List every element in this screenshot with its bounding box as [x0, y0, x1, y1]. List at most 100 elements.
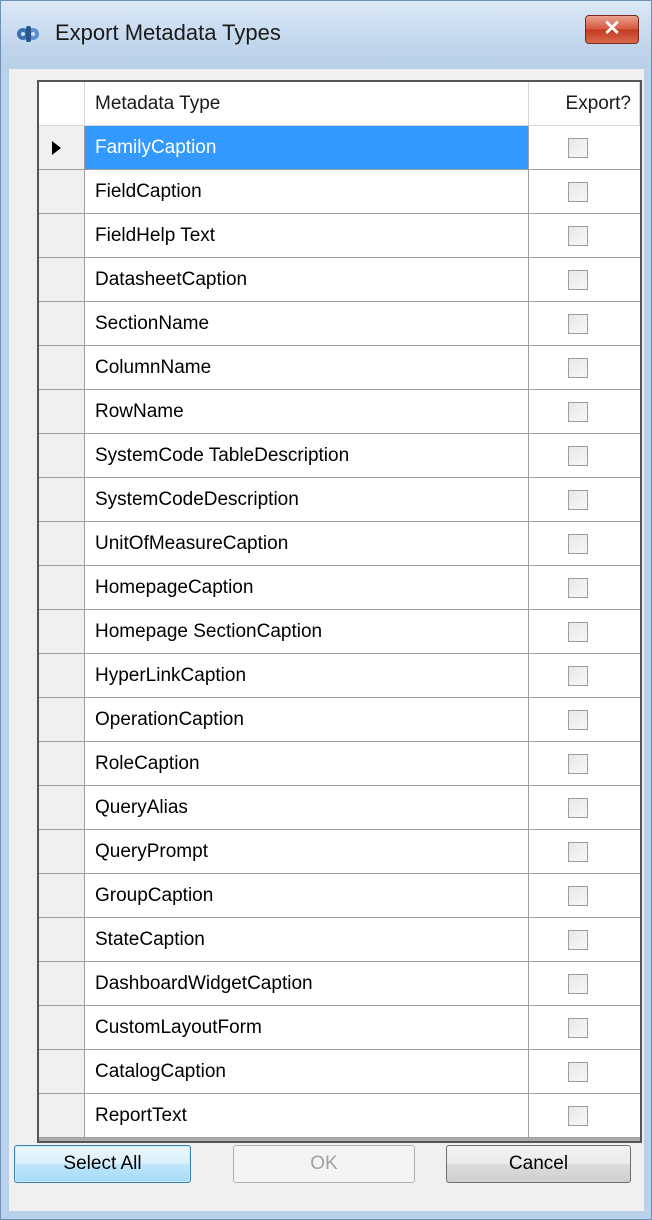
metadata-type-cell[interactable]: SectionName — [85, 302, 529, 346]
export-checkbox[interactable] — [568, 930, 588, 950]
metadata-type-cell[interactable]: HomepageCaption — [85, 566, 529, 610]
row-header[interactable] — [39, 126, 85, 170]
row-header[interactable] — [39, 610, 85, 654]
metadata-type-cell[interactable]: CatalogCaption — [85, 1050, 529, 1094]
export-checkbox[interactable] — [568, 666, 588, 686]
table-row[interactable]: OperationCaption — [39, 698, 640, 742]
row-header[interactable] — [39, 918, 85, 962]
row-header[interactable] — [39, 742, 85, 786]
row-header[interactable] — [39, 786, 85, 830]
metadata-type-cell[interactable]: ReportText — [85, 1094, 529, 1138]
export-checkbox[interactable] — [568, 182, 588, 202]
export-checkbox[interactable] — [568, 578, 588, 598]
close-button[interactable]: ✕ — [585, 15, 639, 44]
metadata-type-cell[interactable]: StateCaption — [85, 918, 529, 962]
export-checkbox[interactable] — [568, 138, 588, 158]
metadata-type-cell[interactable]: Homepage SectionCaption — [85, 610, 529, 654]
metadata-type-cell[interactable]: DatasheetCaption — [85, 258, 529, 302]
table-row[interactable]: DatasheetCaption — [39, 258, 640, 302]
row-header[interactable] — [39, 346, 85, 390]
export-checkbox[interactable] — [568, 798, 588, 818]
row-header[interactable] — [39, 390, 85, 434]
table-row[interactable]: SectionName — [39, 302, 640, 346]
row-header[interactable] — [39, 566, 85, 610]
metadata-type-cell[interactable]: GroupCaption — [85, 874, 529, 918]
export-checkbox[interactable] — [568, 270, 588, 290]
metadata-type-cell[interactable]: FieldCaption — [85, 170, 529, 214]
export-checkbox[interactable] — [568, 886, 588, 906]
table-row[interactable]: QueryPrompt — [39, 830, 640, 874]
export-checkbox[interactable] — [568, 314, 588, 334]
export-checkbox[interactable] — [568, 226, 588, 246]
export-checkbox[interactable] — [568, 490, 588, 510]
table-row[interactable]: CatalogCaption — [39, 1050, 640, 1094]
export-checkbox[interactable] — [568, 402, 588, 422]
table-row[interactable]: Homepage SectionCaption — [39, 610, 640, 654]
row-header[interactable] — [39, 434, 85, 478]
metadata-type-cell[interactable]: CustomLayoutForm — [85, 1006, 529, 1050]
row-header[interactable] — [39, 258, 85, 302]
export-checkbox[interactable] — [568, 1062, 588, 1082]
table-row[interactable]: StateCaption — [39, 918, 640, 962]
export-checkbox[interactable] — [568, 1106, 588, 1126]
export-cell — [529, 170, 640, 214]
metadata-type-cell[interactable]: ColumnName — [85, 346, 529, 390]
table-row[interactable]: SystemCode TableDescription — [39, 434, 640, 478]
table-row[interactable]: CustomLayoutForm — [39, 1006, 640, 1050]
export-checkbox[interactable] — [568, 358, 588, 378]
table-row[interactable]: RowName — [39, 390, 640, 434]
export-checkbox[interactable] — [568, 1018, 588, 1038]
export-checkbox[interactable] — [568, 974, 588, 994]
row-header[interactable] — [39, 830, 85, 874]
title-bar[interactable]: Export Metadata Types ✕ — [1, 1, 651, 69]
table-row[interactable]: FieldCaption — [39, 170, 640, 214]
export-checkbox[interactable] — [568, 842, 588, 862]
table-row[interactable]: FamilyCaption — [39, 126, 640, 170]
row-header[interactable] — [39, 1094, 85, 1138]
table-row[interactable]: ReportText — [39, 1094, 640, 1138]
table-row[interactable]: ColumnName — [39, 346, 640, 390]
export-checkbox[interactable] — [568, 534, 588, 554]
table-row[interactable]: DashboardWidgetCaption — [39, 962, 640, 1006]
metadata-type-cell[interactable]: DashboardWidgetCaption — [85, 962, 529, 1006]
metadata-type-cell[interactable]: HyperLinkCaption — [85, 654, 529, 698]
dialog-body: Metadata Type Export? FamilyCaption Field… — [9, 69, 644, 1211]
export-checkbox[interactable] — [568, 754, 588, 774]
table-row[interactable]: QueryAlias — [39, 786, 640, 830]
row-header[interactable] — [39, 478, 85, 522]
row-header[interactable] — [39, 302, 85, 346]
row-header[interactable] — [39, 1050, 85, 1094]
cancel-button[interactable]: Cancel — [446, 1145, 631, 1183]
table-row[interactable]: SystemCodeDescription — [39, 478, 640, 522]
metadata-type-cell[interactable]: OperationCaption — [85, 698, 529, 742]
select-all-button[interactable]: Select All — [14, 1145, 191, 1183]
export-checkbox[interactable] — [568, 622, 588, 642]
export-checkbox[interactable] — [568, 710, 588, 730]
column-header-export[interactable]: Export? — [529, 82, 640, 126]
metadata-type-cell[interactable]: UnitOfMeasureCaption — [85, 522, 529, 566]
row-header[interactable] — [39, 698, 85, 742]
table-row[interactable]: FieldHelp Text — [39, 214, 640, 258]
row-header[interactable] — [39, 170, 85, 214]
row-header[interactable] — [39, 874, 85, 918]
metadata-type-cell[interactable]: QueryPrompt — [85, 830, 529, 874]
table-row[interactable]: RoleCaption — [39, 742, 640, 786]
table-row[interactable]: GroupCaption — [39, 874, 640, 918]
metadata-type-cell[interactable]: SystemCode TableDescription — [85, 434, 529, 478]
metadata-type-cell[interactable]: SystemCodeDescription — [85, 478, 529, 522]
metadata-type-cell[interactable]: QueryAlias — [85, 786, 529, 830]
row-header[interactable] — [39, 522, 85, 566]
row-header[interactable] — [39, 214, 85, 258]
metadata-type-cell[interactable]: RowName — [85, 390, 529, 434]
table-row[interactable]: HomepageCaption — [39, 566, 640, 610]
metadata-type-cell[interactable]: FieldHelp Text — [85, 214, 529, 258]
export-checkbox[interactable] — [568, 446, 588, 466]
metadata-type-cell[interactable]: RoleCaption — [85, 742, 529, 786]
table-row[interactable]: HyperLinkCaption — [39, 654, 640, 698]
table-row[interactable]: UnitOfMeasureCaption — [39, 522, 640, 566]
column-header-metadata-type[interactable]: Metadata Type — [85, 82, 529, 126]
row-header[interactable] — [39, 962, 85, 1006]
metadata-type-cell[interactable]: FamilyCaption — [85, 126, 529, 170]
row-header[interactable] — [39, 654, 85, 698]
row-header[interactable] — [39, 1006, 85, 1050]
